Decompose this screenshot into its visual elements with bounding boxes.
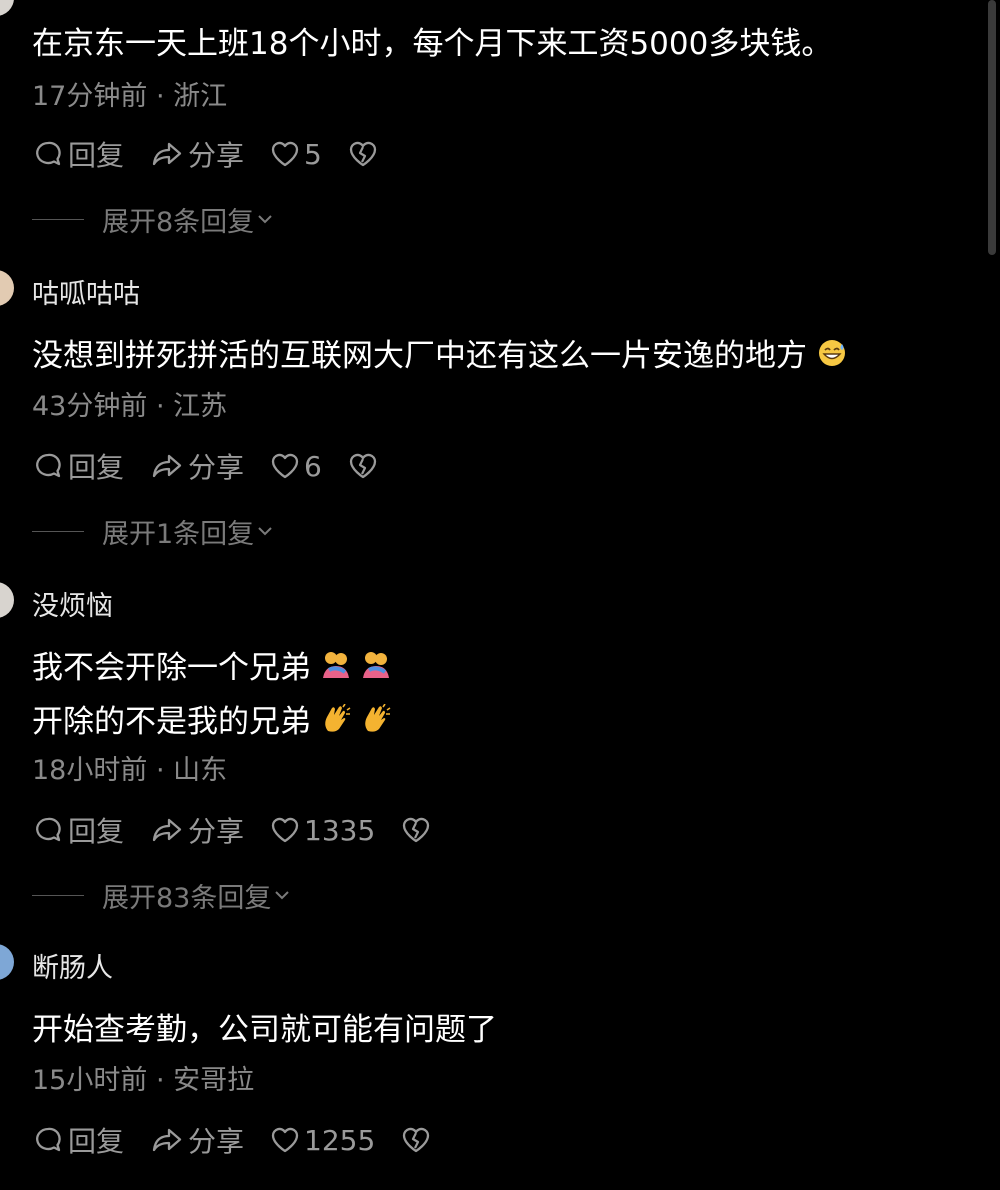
expand-replies-label: 展开83条回复 <box>102 883 272 914</box>
expand-replies-button[interactable]: 展开8条回复 <box>32 200 274 239</box>
share-button[interactable]: 分享 <box>150 446 244 486</box>
dislike-button[interactable] <box>401 1125 431 1155</box>
expand-replies-button[interactable]: 展开1条回复 <box>32 512 274 551</box>
clapping-hands-emoji <box>321 703 351 734</box>
username[interactable]: 没烦恼 <box>32 584 113 623</box>
comment-actions: 回复 分享 6 <box>32 446 404 486</box>
share-label: 分享 <box>188 815 245 848</box>
comment-text-line: 开始查考勤，公司就可能有问题了 <box>32 1012 497 1048</box>
comment-meta: 43分钟前 · 江苏 <box>32 391 228 422</box>
share-label: 分享 <box>188 451 245 484</box>
divider <box>32 895 84 896</box>
dislike-button[interactable] <box>348 139 378 169</box>
username[interactable]: 断肠人 <box>32 946 113 985</box>
divider <box>32 531 84 532</box>
like-button[interactable]: 6 <box>270 450 322 483</box>
like-button[interactable]: 1335 <box>270 814 375 847</box>
share-arrow-icon <box>150 138 184 170</box>
comment-actions: 回复 分享 5 <box>32 134 404 174</box>
scrollbar[interactable] <box>988 0 996 255</box>
share-button[interactable]: 分享 <box>150 810 244 850</box>
share-arrow-icon <box>150 814 184 846</box>
reply-label: 回复 <box>68 139 125 172</box>
heart-icon <box>270 815 300 845</box>
comment-bubble-icon <box>32 814 64 846</box>
like-count: 1335 <box>304 813 376 847</box>
comment-bubble-icon <box>32 138 64 170</box>
share-arrow-icon <box>150 450 184 482</box>
comment-actions: 回复 分享 1255 <box>32 1120 457 1160</box>
share-label: 分享 <box>188 139 245 172</box>
broken-heart-icon <box>348 451 378 481</box>
reply-button[interactable]: 回复 <box>32 134 124 174</box>
comment-text: 我不会开除一个兄弟 <box>32 642 391 687</box>
avatar[interactable] <box>0 270 14 306</box>
comment-text: 没想到拼死拼活的互联网大厂中还有这么一片安逸的地方 <box>32 330 847 375</box>
username[interactable]: 咕呱咕咕 <box>32 272 140 311</box>
comment-text: 开除的不是我的兄弟 <box>32 696 391 741</box>
comment-text-line: 开除的不是我的兄弟 <box>32 704 311 740</box>
heart-icon <box>270 139 300 169</box>
people-hugging-emoji <box>361 650 391 680</box>
avatar[interactable] <box>0 0 14 16</box>
avatar[interactable] <box>0 944 14 980</box>
heart-icon <box>270 1125 300 1155</box>
like-button[interactable]: 5 <box>270 138 322 171</box>
expand-replies-button[interactable]: 展开83条回复 <box>32 876 291 915</box>
reply-label: 回复 <box>68 1125 125 1158</box>
comment-text-line: 没想到拼死拼活的互联网大厂中还有这么一片安逸的地方 <box>32 338 807 374</box>
share-arrow-icon <box>150 1124 184 1156</box>
heart-icon <box>270 451 300 481</box>
comment-actions: 回复 分享 1335 <box>32 810 457 850</box>
expand-replies-label: 展开8条回复 <box>102 207 255 238</box>
reply-label: 回复 <box>68 451 125 484</box>
comment-meta: 15小时前 · 安哥拉 <box>32 1065 255 1096</box>
reply-button[interactable]: 回复 <box>32 810 124 850</box>
reply-label: 回复 <box>68 815 125 848</box>
reply-button[interactable]: 回复 <box>32 446 124 486</box>
broken-heart-icon <box>401 815 431 845</box>
divider <box>32 219 84 220</box>
comment-bubble-icon <box>32 1124 64 1156</box>
reply-button[interactable]: 回复 <box>32 1120 124 1160</box>
expand-replies-label: 展开1条回复 <box>102 519 255 550</box>
broken-heart-icon <box>348 139 378 169</box>
chevron-down-icon <box>256 516 274 547</box>
like-count: 5 <box>304 137 322 171</box>
like-count: 1255 <box>304 1123 376 1157</box>
grinning-sweat-emoji <box>817 338 847 368</box>
like-button[interactable]: 1255 <box>270 1124 375 1157</box>
avatar[interactable] <box>0 582 14 618</box>
comment-text: 开始查考勤，公司就可能有问题了 <box>32 1004 497 1049</box>
share-button[interactable]: 分享 <box>150 134 244 174</box>
chevron-down-icon <box>273 880 291 911</box>
dislike-button[interactable] <box>401 815 431 845</box>
comment-meta: 17分钟前 · 浙江 <box>32 81 228 112</box>
share-label: 分享 <box>188 1125 245 1158</box>
dislike-button[interactable] <box>348 451 378 481</box>
comment-meta: 18小时前 · 山东 <box>32 755 228 786</box>
share-button[interactable]: 分享 <box>150 1120 244 1160</box>
comment-text-line: 在京东一天上班18个小时，每个月下来工资5000多块钱。 <box>32 26 833 62</box>
comment-text-line: 我不会开除一个兄弟 <box>32 650 311 686</box>
chevron-down-icon <box>256 204 274 235</box>
like-count: 6 <box>304 449 322 483</box>
clapping-hands-emoji <box>361 703 391 734</box>
comment-bubble-icon <box>32 450 64 482</box>
people-hugging-emoji <box>321 650 351 680</box>
comment-text: 在京东一天上班18个小时，每个月下来工资5000多块钱。 <box>32 18 832 63</box>
broken-heart-icon <box>401 1125 431 1155</box>
